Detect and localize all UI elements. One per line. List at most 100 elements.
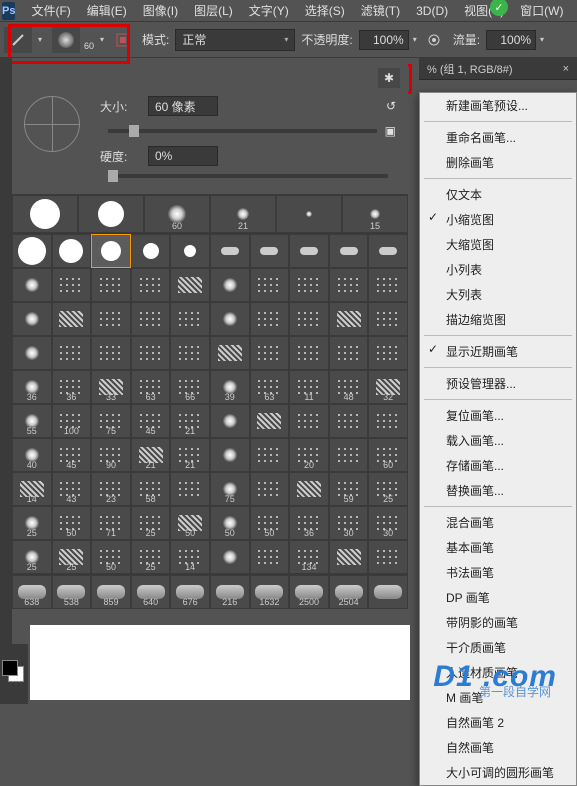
brush-preset-cell[interactable]: 25 (368, 472, 408, 506)
brush-preset-cell[interactable]: 43 (52, 472, 92, 506)
brush-preset-cell[interactable] (329, 540, 369, 574)
brush-preset-cell[interactable] (250, 404, 290, 438)
brush-preset-cell[interactable]: 90 (91, 438, 131, 472)
flyout-item[interactable]: 描边缩览图 (420, 307, 576, 332)
flyout-item[interactable]: 新建画笔预设... (420, 93, 576, 118)
brush-preset-cell[interactable]: 63 (131, 370, 171, 404)
flyout-item[interactable]: 基本画笔 (420, 535, 576, 560)
brush-preset-cell[interactable]: 21 (131, 438, 171, 472)
brush-preset-cell[interactable] (131, 302, 171, 336)
brush-angle-widget[interactable] (24, 96, 80, 152)
brush-preset-cell[interactable]: 60 (144, 195, 210, 233)
brush-preset-cell[interactable]: 50 (250, 506, 290, 540)
brush-preset-cell[interactable] (329, 404, 369, 438)
flyout-item[interactable]: 干介质画笔 (420, 635, 576, 660)
flyout-item[interactable]: 自然画笔 2 (420, 710, 576, 735)
brush-preset-cell[interactable] (210, 336, 250, 370)
brush-preset-cell[interactable] (368, 336, 408, 370)
flyout-item[interactable]: DP 画笔 (420, 585, 576, 610)
hardness-slider[interactable] (108, 174, 388, 178)
brush-preset-cell[interactable]: 30 (329, 506, 369, 540)
brush-preset-cell[interactable]: 216 (210, 575, 250, 609)
tool-preset-picker[interactable]: ▾ (4, 27, 46, 53)
brush-preset-cell[interactable] (52, 336, 92, 370)
brush-preset-cell[interactable] (210, 302, 250, 336)
brush-preset-cell[interactable]: 36 (289, 506, 329, 540)
brush-preset-cell[interactable]: 14 (12, 472, 52, 506)
brush-preset-cell[interactable]: 859 (91, 575, 131, 609)
flyout-item[interactable]: 大列表 (420, 282, 576, 307)
brush-preset-cell[interactable]: 50 (91, 540, 131, 574)
brush-preset-cell[interactable] (250, 472, 290, 506)
brush-preset-cell[interactable] (210, 404, 250, 438)
document-canvas[interactable] (30, 625, 410, 700)
brush-preset-cell[interactable] (329, 268, 369, 302)
brush-preset-cell[interactable]: 100 (52, 404, 92, 438)
flyout-item[interactable]: 复位画笔... (420, 403, 576, 428)
flyout-item[interactable]: 存储画笔... (420, 453, 576, 478)
flyout-item[interactable]: 显示近期画笔 (420, 339, 576, 364)
flyout-item[interactable]: 小列表 (420, 257, 576, 282)
brush-preset-cell[interactable] (289, 404, 329, 438)
brush-preset-cell[interactable]: 134 (289, 540, 329, 574)
flyout-item[interactable]: 预设管理器... (420, 371, 576, 396)
document-tab[interactable]: % (组 1, RGB/8#) × (419, 58, 577, 80)
brush-preset-cell[interactable] (368, 575, 408, 609)
brush-preset-cell[interactable]: 32 (368, 370, 408, 404)
brush-preset-cell[interactable]: 71 (91, 506, 131, 540)
brush-preset-cell[interactable] (91, 268, 131, 302)
brush-preset-cell[interactable] (12, 234, 52, 268)
brush-preset-cell[interactable]: 45 (52, 438, 92, 472)
brush-preset-cell[interactable]: 63 (250, 370, 290, 404)
brush-preset-cell[interactable] (329, 336, 369, 370)
brush-preset-cell[interactable] (12, 302, 52, 336)
brush-preset-cell[interactable]: 39 (210, 370, 250, 404)
brush-preset-cell[interactable] (170, 336, 210, 370)
brush-preset-cell[interactable] (289, 472, 329, 506)
menu-edit[interactable]: 编辑(E) (79, 0, 135, 21)
brush-preset-cell[interactable] (276, 195, 342, 233)
brush-preset-cell[interactable] (91, 336, 131, 370)
brush-preset-cell[interactable]: 55 (12, 404, 52, 438)
brush-preset-cell[interactable]: 50 (210, 506, 250, 540)
brush-preset-cell[interactable] (170, 302, 210, 336)
size-slider[interactable] (108, 129, 377, 133)
foreground-color-swatch[interactable] (2, 660, 18, 676)
brush-preset-cell[interactable] (210, 438, 250, 472)
brush-preset-cell[interactable] (170, 472, 210, 506)
menu-window[interactable]: 窗口(W) (512, 0, 571, 21)
brush-preset-cell[interactable]: 21 (170, 404, 210, 438)
flyout-item[interactable]: 删除画笔 (420, 150, 576, 175)
brush-preset-cell[interactable]: 25 (131, 506, 171, 540)
brush-preset-cell[interactable]: 25 (131, 540, 171, 574)
flyout-item[interactable]: 带阴影的画笔 (420, 610, 576, 635)
flyout-item[interactable]: 混合画笔 (420, 510, 576, 535)
close-icon[interactable]: × (563, 63, 569, 75)
flyout-item[interactable]: 自然画笔 (420, 735, 576, 760)
flyout-item[interactable]: 书法画笔 (420, 560, 576, 585)
brush-preset-cell[interactable] (52, 234, 92, 268)
brush-preset-cell[interactable] (250, 438, 290, 472)
brush-preset-cell[interactable]: 11 (289, 370, 329, 404)
flyout-item[interactable]: 大小可调的圆形画笔 (420, 760, 576, 785)
menu-layer[interactable]: 图层(L) (186, 0, 241, 21)
brush-preset-cell[interactable] (210, 268, 250, 302)
brush-preset-cell[interactable] (170, 234, 210, 268)
brush-preset-cell[interactable]: 75 (210, 472, 250, 506)
brush-preset-cell[interactable] (289, 336, 329, 370)
brush-preset-cell[interactable] (131, 268, 171, 302)
brush-preset-cell[interactable] (91, 234, 131, 268)
brush-preset-cell[interactable] (368, 404, 408, 438)
flyout-item[interactable]: 大缩览图 (420, 232, 576, 257)
brush-preset-cell[interactable]: 50 (170, 506, 210, 540)
brush-preset-cell[interactable]: 21 (170, 438, 210, 472)
brush-panel-toggle-icon[interactable] (114, 31, 132, 49)
brush-preset-cell[interactable]: 36 (12, 370, 52, 404)
brush-preset-cell[interactable]: 15 (342, 195, 408, 233)
blend-mode-dropdown[interactable]: 正常 ▾ (175, 29, 295, 51)
brush-preset-cell[interactable]: 1632 (250, 575, 290, 609)
brush-preset-cell[interactable]: 33 (91, 370, 131, 404)
brush-preset-cell[interactable]: 59 (329, 472, 369, 506)
menu-select[interactable]: 选择(S) (297, 0, 353, 21)
brush-preset-cell[interactable] (368, 302, 408, 336)
